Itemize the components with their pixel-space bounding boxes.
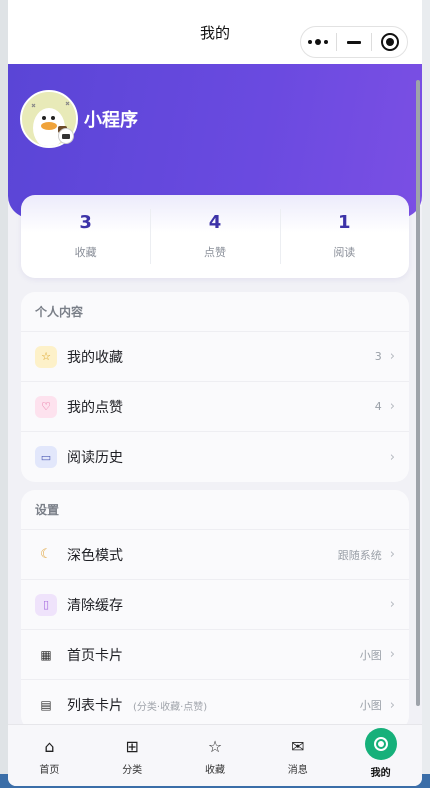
tab-mine[interactable]: 我的 xyxy=(339,725,422,786)
minimize-icon xyxy=(347,40,361,44)
stat-value: 4 xyxy=(208,211,222,233)
heart-icon: ♡ xyxy=(35,395,57,418)
close-button[interactable] xyxy=(372,27,407,57)
bottom-tab-bar: ⌂ 首页 ⊞ 分类 ☆ 收藏 ✉ 消息 我的 xyxy=(8,724,422,786)
tab-label: 首页 xyxy=(39,765,60,776)
stat-reads[interactable]: 1 阅读 xyxy=(279,195,409,278)
menu-item-label: 列表卡片 xyxy=(67,698,123,714)
capsule-menu xyxy=(300,26,408,58)
more-button[interactable] xyxy=(301,27,336,57)
stats-card: 3 收藏 4 点赞 1 阅读 xyxy=(21,195,409,278)
menu-item-count: 3 xyxy=(374,350,382,363)
tab-home[interactable]: ⌂ 首页 xyxy=(8,725,91,786)
vertical-scrollbar[interactable] xyxy=(416,80,420,706)
menu-item-label: 我的收藏 xyxy=(67,349,123,366)
setting-clear-cache[interactable]: ▯ 清除缓存 › xyxy=(21,580,409,630)
tab-category[interactable]: ⊞ 分类 xyxy=(91,725,174,786)
settings-section: 设置 ☾ 深色模式 跟随系统 › ▯ 清除缓存 › ▦ 首页卡片 小图 › ▤ xyxy=(21,490,409,730)
tab-label: 消息 xyxy=(287,765,308,776)
setting-list-card[interactable]: ▤ 列表卡片 (分类·收藏·点赞) 小图 › xyxy=(21,680,409,730)
stat-value: 3 xyxy=(79,211,92,233)
chevron-right-icon: › xyxy=(389,647,395,662)
category-grid-icon: ⊞ xyxy=(125,736,139,756)
page-title: 我的 xyxy=(199,23,230,42)
section-title: 个人内容 xyxy=(21,292,409,332)
personal-content-section: 个人内容 ☆ 我的收藏 3 › ♡ 我的点赞 4 › ▭ 阅读历史 › xyxy=(21,292,409,482)
list-icon: ▤ xyxy=(40,698,52,712)
desktop-background-left xyxy=(0,0,8,788)
stat-label: 阅读 xyxy=(333,245,356,259)
menu-item-my-likes[interactable]: ♡ 我的点赞 4 › xyxy=(21,382,409,432)
stat-value: 1 xyxy=(338,211,351,233)
tab-favorites[interactable]: ☆ 收藏 xyxy=(174,725,257,786)
chevron-right-icon: › xyxy=(389,349,395,364)
setting-home-card[interactable]: ▦ 首页卡片 小图 › xyxy=(21,630,409,680)
menu-item-reading-history[interactable]: ▭ 阅读历史 › xyxy=(21,432,409,482)
star-icon: ☆ xyxy=(207,736,223,756)
section-title: 设置 xyxy=(21,490,409,530)
more-dots-icon xyxy=(308,39,329,45)
chevron-right-icon: › xyxy=(389,597,395,612)
chevron-right-icon: › xyxy=(389,697,395,713)
setting-value: 跟随系统 xyxy=(337,548,382,562)
setting-value: 小图 xyxy=(359,699,382,712)
tab-messages[interactable]: ✉ 消息 xyxy=(256,725,339,786)
profile-name: 小程序 xyxy=(84,110,138,131)
tab-label: 我的 xyxy=(370,768,391,779)
stat-likes[interactable]: 4 点赞 xyxy=(150,195,279,278)
star-icon: ☆ xyxy=(35,345,57,368)
menu-item-label: 阅读历史 xyxy=(67,450,123,466)
menu-item-label: 深色模式 xyxy=(67,547,123,564)
profile-active-icon xyxy=(364,728,397,760)
stat-label: 收藏 xyxy=(74,245,97,259)
menu-item-count: 4 xyxy=(374,400,382,413)
avatar-badge-icon xyxy=(58,128,74,144)
grid-icon: ▦ xyxy=(40,647,52,662)
chevron-right-icon: › xyxy=(389,547,395,562)
moon-icon: ☾ xyxy=(40,547,52,562)
stat-label: 点赞 xyxy=(203,245,226,259)
chevron-right-icon: › xyxy=(389,449,395,465)
miniprogram-window: 我的 小程序 3 收藏 4 点赞 1 阅读 个人内容 ☆ 我的收藏 3 › ♡ … xyxy=(8,0,422,786)
menu-item-label: 我的点赞 xyxy=(67,399,123,416)
minimize-button[interactable] xyxy=(337,27,372,57)
target-circle-icon xyxy=(380,33,399,51)
home-icon: ⌂ xyxy=(44,736,55,756)
menu-item-label: 首页卡片 xyxy=(67,647,123,664)
chevron-right-icon: › xyxy=(389,399,395,414)
menu-item-label: 清除缓存 xyxy=(67,597,123,614)
setting-dark-mode[interactable]: ☾ 深色模式 跟随系统 › xyxy=(21,530,409,580)
trash-icon: ▯ xyxy=(35,593,57,616)
mail-icon: ✉ xyxy=(291,736,305,756)
menu-item-sublabel: (分类·收藏·点赞) xyxy=(133,701,208,713)
stat-favorites[interactable]: 3 收藏 xyxy=(21,195,150,278)
navigation-bar: 我的 xyxy=(8,0,422,64)
tab-label: 分类 xyxy=(122,765,143,776)
menu-item-my-favorites[interactable]: ☆ 我的收藏 3 › xyxy=(21,332,409,382)
book-icon: ▭ xyxy=(35,446,57,468)
setting-value: 小图 xyxy=(359,648,382,662)
tab-label: 收藏 xyxy=(204,765,225,776)
